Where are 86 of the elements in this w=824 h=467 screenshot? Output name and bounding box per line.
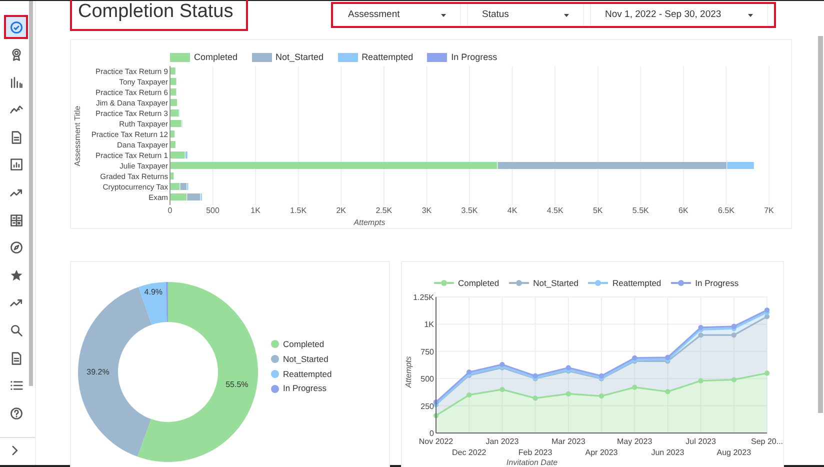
axis-title: Attempts [404,356,413,388]
axis-tick-label: 5.5K [632,206,649,215]
axis-tick-label: 5K [592,206,603,215]
axis-tick-label: Jan 2023 [486,437,519,446]
help-icon [10,406,22,420]
check-circle-icon [10,20,22,34]
axis-tick-label: Feb 2023 [518,448,552,457]
axis-tick-label: 6K [678,206,688,215]
document-icon [10,352,22,365]
bar [170,68,176,74]
bar [170,141,176,148]
legend-line-icon [671,279,692,287]
award-icon [10,48,22,62]
calculator-icon [10,214,22,227]
page-title: Completion Status [70,0,248,31]
data-label: 4.9% [144,287,162,296]
axis-tick-label: 2K [336,206,346,215]
filter-dropdown[interactable]: Assessment [333,4,461,26]
legend-label: In Progress [283,382,326,395]
bar [170,130,175,138]
axis-tick-label: 500 [206,206,220,215]
axis-tick-label: Jun 2023 [651,448,684,457]
legend-dot [271,384,279,393]
legend-item: In Progress [427,50,498,64]
sidebar-button[interactable] [4,15,28,39]
axis-title: Assessment Title [73,106,82,166]
list-icon [10,379,22,392]
legend-item: Not_Started [509,276,578,290]
filter-dropdown[interactable]: Status [467,4,584,26]
axis-title: Attempts [354,218,386,227]
axis-tick-label: Sep 20... [750,437,783,446]
legend-line-icon [509,279,530,287]
axis-tick-label: Mar 2023 [552,437,586,446]
legend-item: Completed [434,276,500,290]
axis-tick-label: 7K [764,206,774,215]
scrollbar[interactable] [29,1,33,386]
legend-label: Reattempted [283,368,332,380]
axis-tick-label: 250 [420,402,434,411]
axis-title: Invitation Date [506,458,558,467]
legend-item: Not_Started [252,50,324,64]
report-icon [10,158,22,172]
axis-tick-label: Apr 2023 [585,448,618,457]
legend-dot [271,355,279,364]
legend-line-icon [588,279,608,287]
document-icon [10,130,22,144]
axis-tick-label: 3K [422,206,432,215]
axis-tick-label: Dec 2022 [452,448,486,457]
axis-tick-label: 1.25K [413,293,434,302]
bar [170,172,174,180]
axis-tick-label: 4K [507,206,518,215]
legend-label: Completed [283,338,324,351]
axis-tick-label: 1.5K [290,206,307,215]
data-label: 55.5% [226,380,248,390]
legend-line-icon [434,279,454,287]
axis-tick-label: Nov 2022 [418,437,454,446]
axis-tick-label: 1K [424,320,434,330]
caret-icon [564,14,569,16]
search-icon [10,324,22,338]
caret-icon [748,14,753,16]
axis-tick-label: Jul 2023 [686,437,716,446]
compass-icon [10,241,22,254]
legend-item: Reattempted [588,276,662,290]
filter-dropdown[interactable]: Nov 1, 2022 - Sep 30, 2023 [590,4,768,26]
legend-item: Completed [170,50,238,64]
axis-tick-label: 4.5K [546,206,564,215]
axis-tick-label: 3.5K [461,206,478,215]
axis-tick-label: 0 [430,429,434,438]
axis-tick-label: May 2023 [617,437,652,446]
axis-tick-label: 500 [420,374,434,384]
axis-tick-label: 0 [168,206,172,215]
legend-dot [271,340,279,348]
axis-tick-label: 2.5K [376,206,392,215]
data-label: 39.2% [86,368,110,377]
star-icon [10,268,22,282]
line-chart-icon [10,103,22,116]
bar-chart-icon [10,76,22,89]
axis-tick-label: 1K [250,206,260,215]
scrollbar[interactable] [818,36,823,413]
legend-item: Reattempted [338,50,414,64]
legend-item: In Progress [671,276,739,290]
legend-dot [271,370,279,378]
axis-tick-label: Aug 2023 [716,448,752,457]
legend-label: Not_Started [283,352,328,366]
axis-tick-label: 750 [420,347,434,356]
axis-tick-label: 6.5K [718,206,734,215]
caret-icon [441,14,446,16]
